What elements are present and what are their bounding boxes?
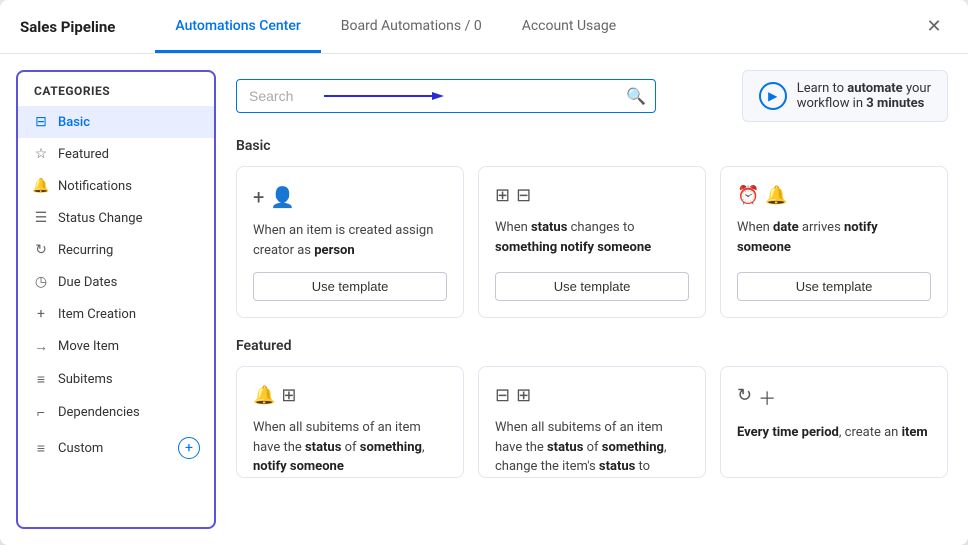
sidebar-header: Categories	[18, 72, 214, 106]
sidebar-icon-item-creation: +	[32, 306, 50, 322]
table-icon-2: ⊟	[516, 185, 531, 206]
grid-icon-2: ⊞	[516, 385, 531, 406]
sidebar-item-recurring[interactable]: ↻ Recurring	[18, 234, 214, 266]
sidebar-label-status-change: Status Change	[58, 211, 142, 226]
close-button[interactable]: ✕	[920, 13, 948, 41]
card-status-notify-text: When status changes to something notify …	[495, 218, 689, 260]
main-content: Categories ⊟ Basic ☆ Featured 🔔 Notifica…	[0, 54, 968, 545]
plus-icon-2: ＋	[758, 385, 776, 411]
sidebar-label-dependencies: Dependencies	[58, 405, 140, 420]
sidebar: Categories ⊟ Basic ☆ Featured 🔔 Notifica…	[16, 70, 216, 529]
card-assign-creator-icons: + 👤	[253, 185, 447, 209]
sidebar-item-featured[interactable]: ☆ Featured	[18, 138, 214, 170]
card-assign-creator: + 👤 When an item is created assign creat…	[236, 166, 464, 318]
tab-account-usage[interactable]: Account Usage	[502, 2, 636, 53]
sidebar-icon-basic: ⊟	[32, 114, 50, 130]
tab-board-automations[interactable]: Board Automations / 0	[321, 2, 502, 53]
header-tabs: Automations CenterBoard Automations / 0A…	[155, 2, 920, 52]
sidebar-item-dependencies[interactable]: ⌐ Dependencies	[18, 396, 214, 429]
plus-icon: +	[253, 185, 264, 209]
card-date-notify: ⏰ 🔔 When date arrives notify someone Use…	[720, 166, 948, 318]
sidebar-icon-dependencies: ⌐	[32, 404, 50, 421]
learn-banner: ▶ Learn to automate yourworkflow in 3 mi…	[742, 70, 948, 122]
card-status-notify-icons: ⊞ ⊟	[495, 185, 689, 206]
table-icon-1: ⊞	[495, 185, 510, 206]
bell-icon: 🔔	[765, 185, 787, 206]
sidebar-item-due-dates[interactable]: ◷ Due Dates	[18, 266, 214, 298]
featured-card-3-text: Every time period, create an item	[737, 423, 931, 443]
add-custom-icon[interactable]: +	[178, 437, 200, 459]
bell-icon-2: 🔔	[253, 385, 275, 406]
card-date-notify-text: When date arrives notify someone	[737, 218, 931, 260]
sidebar-item-move-item[interactable]: → Move Item	[18, 330, 214, 363]
sidebar-icon-move-item: →	[32, 338, 50, 355]
sidebar-label-featured: Featured	[58, 147, 109, 162]
card-assign-creator-text: When an item is created assign creator a…	[253, 221, 447, 260]
card-status-notify: ⊞ ⊟ When status changes to something not…	[478, 166, 706, 318]
sidebar-label-due-dates: Due Dates	[58, 275, 117, 290]
sidebar-item-basic[interactable]: ⊟ Basic	[18, 106, 214, 138]
sidebar-icon-subitems: ≡	[32, 371, 50, 388]
search-box: 🔍	[236, 79, 656, 113]
header: Sales Pipeline Automations CenterBoard A…	[0, 0, 968, 54]
search-row: 🔍 ▶ Learn to automate yourworkflow in 3 …	[236, 70, 948, 122]
search-icon: 🔍	[626, 87, 646, 106]
featured-card-subitems-status: ⊟ ⊞ When all subitems of an item have th…	[478, 366, 706, 478]
featured-card-2-text: When all subitems of an item have the st…	[495, 418, 689, 477]
sidebar-label-recurring: Recurring	[58, 243, 113, 258]
table2-icon-1: ⊟	[495, 385, 510, 406]
sidebar-item-item-creation[interactable]: + Item Creation	[18, 298, 214, 330]
sidebar-icon-status-change: ☰	[32, 210, 50, 226]
featured-card-1-text: When all subitems of an item have the st…	[253, 418, 447, 477]
sidebar-icon-recurring: ↻	[32, 242, 50, 258]
sidebar-label-custom: Custom	[58, 441, 103, 456]
basic-section-heading: Basic	[236, 138, 948, 154]
basic-cards-grid: + 👤 When an item is created assign creat…	[236, 166, 948, 318]
sidebar-icon-custom: ≡	[32, 440, 50, 457]
recurring-icon: ↻	[737, 385, 752, 411]
clock-icon: ⏰	[737, 185, 759, 206]
grid-icon-1: ⊞	[281, 385, 296, 406]
sidebar-icon-due-dates: ◷	[32, 274, 50, 290]
person-icon: 👤	[270, 185, 295, 209]
learn-text: Learn to automate yourworkflow in 3 minu…	[797, 81, 931, 111]
sidebar-icon-featured: ☆	[32, 146, 50, 162]
sidebar-label-move-item: Move Item	[58, 339, 119, 354]
play-icon: ▶	[759, 82, 787, 110]
main-window: Sales Pipeline Automations CenterBoard A…	[0, 0, 968, 545]
sidebar-label-basic: Basic	[58, 115, 90, 130]
featured-card-1-icons: 🔔 ⊞	[253, 385, 447, 406]
search-input[interactable]	[236, 79, 656, 113]
card-date-notify-icons: ⏰ 🔔	[737, 185, 931, 206]
tab-automations-center[interactable]: Automations Center	[155, 2, 320, 53]
featured-card-subitems-notify: 🔔 ⊞ When all subitems of an item have th…	[236, 366, 464, 478]
use-template-button-3[interactable]: Use template	[737, 272, 931, 301]
sidebar-label-item-creation: Item Creation	[58, 307, 136, 322]
content-area: 🔍 ▶ Learn to automate yourworkflow in 3 …	[216, 54, 968, 545]
featured-cards-grid: 🔔 ⊞ When all subitems of an item have th…	[236, 366, 948, 478]
sidebar-label-notifications: Notifications	[58, 179, 132, 194]
featured-card-3-icons: ↻ ＋	[737, 385, 931, 411]
sidebar-icon-notifications: 🔔	[32, 178, 50, 194]
featured-card-time-period: ↻ ＋ Every time period, create an item	[720, 366, 948, 478]
use-template-button-2[interactable]: Use template	[495, 272, 689, 301]
featured-card-2-icons: ⊟ ⊞	[495, 385, 689, 406]
featured-section-heading: Featured	[236, 338, 948, 354]
sidebar-label-subitems: Subitems	[58, 372, 113, 387]
sidebar-item-subitems[interactable]: ≡ Subitems	[18, 363, 214, 396]
window-title: Sales Pipeline	[20, 18, 115, 36]
sidebar-item-custom[interactable]: ≡ Custom +	[18, 429, 214, 467]
sidebar-item-notifications[interactable]: 🔔 Notifications	[18, 170, 214, 202]
use-template-button-1[interactable]: Use template	[253, 272, 447, 301]
sidebar-item-status-change[interactable]: ☰ Status Change	[18, 202, 214, 234]
